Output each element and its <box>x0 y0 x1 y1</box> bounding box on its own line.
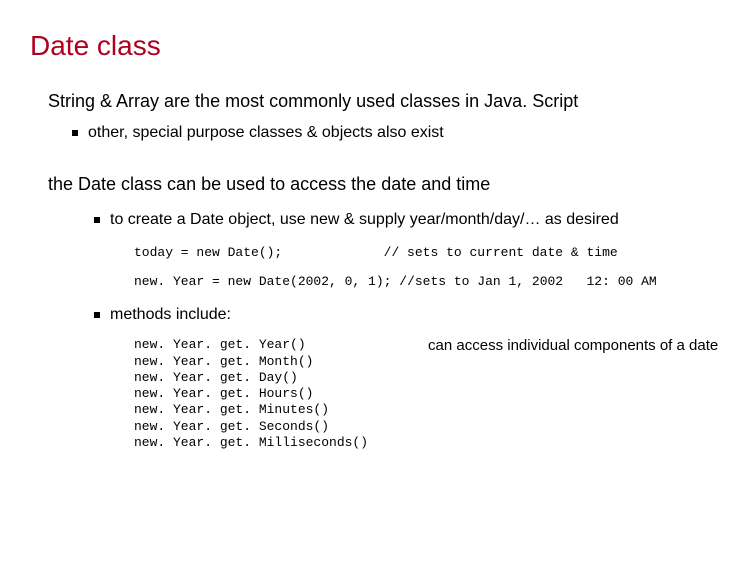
create-bullet-text: to create a Date object, use new & suppl… <box>110 210 619 231</box>
code-1-right: // sets to current date & time <box>384 245 618 260</box>
code-example-block: today = new Date(); // sets to current d… <box>48 245 726 289</box>
method-item: new. Year. get. Seconds() <box>134 419 368 435</box>
section-2-paragraph: the Date class can be used to access the… <box>48 173 726 196</box>
bullet-icon <box>72 130 78 136</box>
method-item: new. Year. get. Month() <box>134 354 368 370</box>
methods-bullet-text: methods include: <box>110 305 231 326</box>
method-item: new. Year. get. Hours() <box>134 386 368 402</box>
method-item: new. Year. get. Year() <box>134 337 368 353</box>
methods-list: new. Year. get. Year() new. Year. get. M… <box>134 337 368 451</box>
code-2-right: //sets to Jan 1, 2002 12: 00 AM <box>399 274 656 289</box>
bullet-icon <box>94 312 100 318</box>
method-item: new. Year. get. Milliseconds() <box>134 435 368 451</box>
code-1-left: today = new Date(); <box>134 245 282 260</box>
code-line-2: new. Year = new Date(2002, 0, 1); //sets… <box>134 274 726 289</box>
methods-bullet-row: methods include: <box>48 305 726 326</box>
method-item: new. Year. get. Minutes() <box>134 402 368 418</box>
method-item: new. Year. get. Day() <box>134 370 368 386</box>
methods-note: can access individual components of a da… <box>428 337 718 354</box>
code-2-left: new. Year = new Date(2002, 0, 1); <box>134 274 391 289</box>
code-line-1: today = new Date(); // sets to current d… <box>134 245 726 260</box>
intro-bullet-text: other, special purpose classes & objects… <box>88 123 444 144</box>
bullet-icon <box>94 217 100 223</box>
slide-body: String & Array are the most commonly use… <box>30 90 726 451</box>
methods-wrap: new. Year. get. Year() new. Year. get. M… <box>48 337 726 451</box>
slide-title: Date class <box>30 30 726 62</box>
create-bullet-row: to create a Date object, use new & suppl… <box>48 210 726 231</box>
intro-bullet-row: other, special purpose classes & objects… <box>48 123 726 144</box>
intro-paragraph: String & Array are the most commonly use… <box>48 90 726 113</box>
